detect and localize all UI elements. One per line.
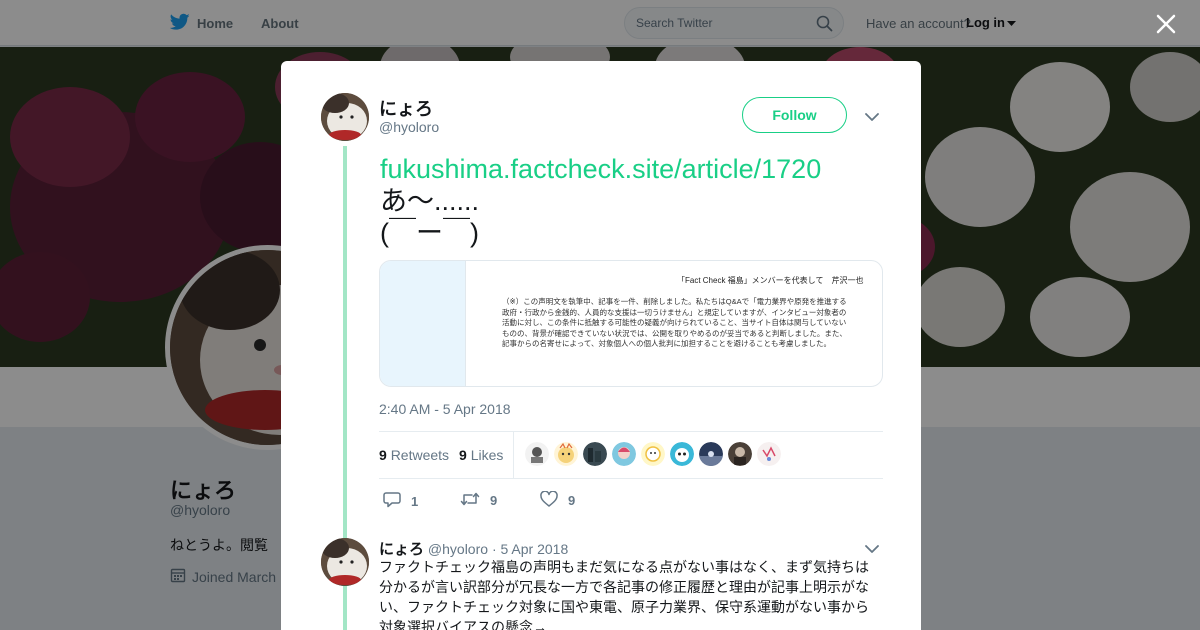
liker-avatar[interactable]: [525, 442, 549, 466]
like-count: 9: [568, 493, 576, 508]
retweet-icon: [460, 491, 480, 510]
retweets-label: Retweets: [390, 447, 450, 463]
reply-count: 1: [411, 493, 419, 509]
retweets-count: 9: [379, 447, 387, 463]
tweet-timestamp[interactable]: 2:40 AM - 5 Apr 2018: [379, 401, 511, 417]
tweet-stats: 9 Retweets 9 Likes: [379, 431, 883, 479]
likers-avatars: [525, 442, 781, 466]
tweet-actions: 1 9 9: [379, 489, 629, 511]
tweet-modal: にょろ @hyoloro Follow fukushima.factcheck.…: [281, 61, 921, 630]
reply-action[interactable]: 1: [383, 491, 418, 511]
retweets-stat[interactable]: 9 Retweets: [379, 447, 449, 463]
card-body-text: （※）この声明文を執筆中、記事を一件、削除しました。私たちはQ&Aで「電力業界や…: [502, 297, 847, 348]
reply-text: ファクトチェック福島の声明もまだ気になる点がない事はなく、まず気持ちは分かるが言…: [379, 559, 869, 630]
tweet-link[interactable]: fukushima.factcheck.site/article/1720: [380, 153, 821, 185]
tweet-text: fukushima.factcheck.site/article/1720 あ～…: [380, 153, 821, 249]
author-avatar[interactable]: [321, 93, 369, 141]
tweet-line-1: あ～......: [380, 186, 480, 216]
liker-avatar[interactable]: [757, 442, 781, 466]
liker-avatar[interactable]: [554, 442, 578, 466]
liker-avatar[interactable]: [670, 442, 694, 466]
liker-avatar[interactable]: [641, 442, 665, 466]
chevron-down-icon[interactable]: [865, 109, 879, 127]
retweet-action[interactable]: 9: [460, 491, 497, 510]
modal-backdrop-top[interactable]: [0, 0, 1200, 47]
reply-date[interactable]: 5 Apr 2018: [501, 541, 569, 557]
follow-button[interactable]: Follow: [742, 97, 847, 133]
reply-separator: ·: [491, 541, 497, 557]
reply-author-avatar[interactable]: [321, 538, 369, 586]
tweet-line-2: (￣ー￣): [380, 218, 479, 248]
heart-icon: [540, 490, 558, 510]
link-card[interactable]: 「Fact Check 福島」メンバーを代表して 芹沢一也 （※）この声明文を執…: [379, 260, 883, 387]
reply-header: にょろ @hyoloro · 5 Apr 2018: [379, 538, 568, 559]
retweet-count: 9: [490, 493, 498, 508]
close-icon[interactable]: [1154, 12, 1178, 36]
liker-avatar[interactable]: [728, 442, 752, 466]
liker-avatar[interactable]: [583, 442, 607, 466]
reply-author-handle[interactable]: @hyoloro: [428, 541, 488, 557]
card-signature: 「Fact Check 福島」メンバーを代表して 芹沢一也: [677, 276, 864, 285]
liker-avatar[interactable]: [699, 442, 723, 466]
likes-label: Likes: [470, 447, 504, 463]
reply-tweet[interactable]: にょろ @hyoloro · 5 Apr 2018 ファクトチェック福島の声明も…: [281, 531, 921, 630]
likes-count: 9: [459, 447, 467, 463]
likes-stat[interactable]: 9 Likes: [459, 447, 503, 463]
liker-avatar[interactable]: [612, 442, 636, 466]
card-thumbnail: [380, 261, 466, 386]
author-handle[interactable]: @hyoloro: [379, 119, 439, 135]
author-name[interactable]: にょろ: [379, 95, 433, 121]
reply-icon: [383, 491, 401, 511]
stats-divider: [513, 432, 514, 478]
reply-author-name[interactable]: にょろ: [379, 541, 424, 558]
like-action[interactable]: 9: [540, 490, 576, 510]
